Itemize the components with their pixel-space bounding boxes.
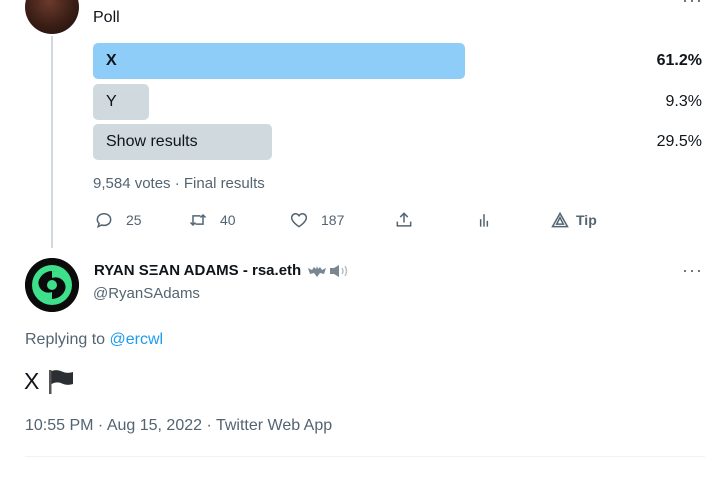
- retweet-icon: [189, 213, 207, 227]
- display-name[interactable]: RYAN SΞAN ADAMS - rsa.eth: [94, 262, 301, 279]
- tip-button[interactable]: Tip: [550, 208, 597, 232]
- poll-label: Poll: [93, 9, 120, 26]
- speaker-icon: [330, 264, 348, 277]
- tweet-text: X: [24, 368, 40, 394]
- handle[interactable]: @RyanSAdams: [93, 285, 200, 302]
- avatar[interactable]: [25, 258, 79, 312]
- thread-line: [51, 36, 53, 248]
- black-flag-icon: [49, 369, 74, 394]
- tip-icon: [551, 211, 569, 228]
- emoji-icons: [307, 264, 351, 278]
- more-options-button[interactable]: ···: [682, 260, 703, 281]
- poll-option-label: Show results: [106, 133, 198, 150]
- tip-label: Tip: [576, 212, 597, 228]
- poll-option-percent: 61.2%: [656, 52, 702, 69]
- tweet-body: X: [24, 368, 75, 395]
- poll-option-label: X: [106, 52, 117, 69]
- analytics-button[interactable]: [474, 208, 494, 232]
- reply-count: 25: [126, 212, 142, 228]
- reply-button[interactable]: 25: [94, 208, 142, 232]
- poll-option-bar-y: [93, 84, 149, 120]
- poll-option-bar-x: [93, 43, 465, 79]
- analytics-icon: [479, 214, 489, 227]
- like-icon: [290, 212, 308, 228]
- replying-prefix: Replying to: [25, 331, 106, 348]
- poll-summary: 9,584 votes · Final results: [93, 175, 265, 192]
- retweet-button[interactable]: 40: [188, 208, 236, 232]
- share-icon: [396, 212, 412, 227]
- replying-to-link[interactable]: @ercwl: [110, 331, 164, 348]
- more-options-button[interactable]: ···: [682, 0, 703, 11]
- reply-icon: [96, 212, 112, 229]
- avatar[interactable]: [25, 0, 79, 34]
- poll-option-percent: 9.3%: [665, 93, 702, 110]
- avatar-logo: [25, 258, 79, 312]
- divider: [25, 456, 705, 457]
- retweet-count: 40: [220, 212, 236, 228]
- poll-option-label: Y: [106, 93, 117, 110]
- display-name-row[interactable]: RYAN SΞAN ADAMS - rsa.eth: [94, 262, 351, 279]
- like-count: 187: [321, 212, 345, 228]
- share-button[interactable]: [394, 208, 414, 232]
- bat-icon: [308, 265, 327, 277]
- like-button[interactable]: 187: [289, 208, 344, 232]
- tweet-timestamp[interactable]: 10:55 PM · Aug 15, 2022 · Twitter Web Ap…: [25, 417, 332, 435]
- replying-to: Replying to @ercwl: [25, 331, 163, 349]
- poll-option-percent: 29.5%: [656, 133, 702, 150]
